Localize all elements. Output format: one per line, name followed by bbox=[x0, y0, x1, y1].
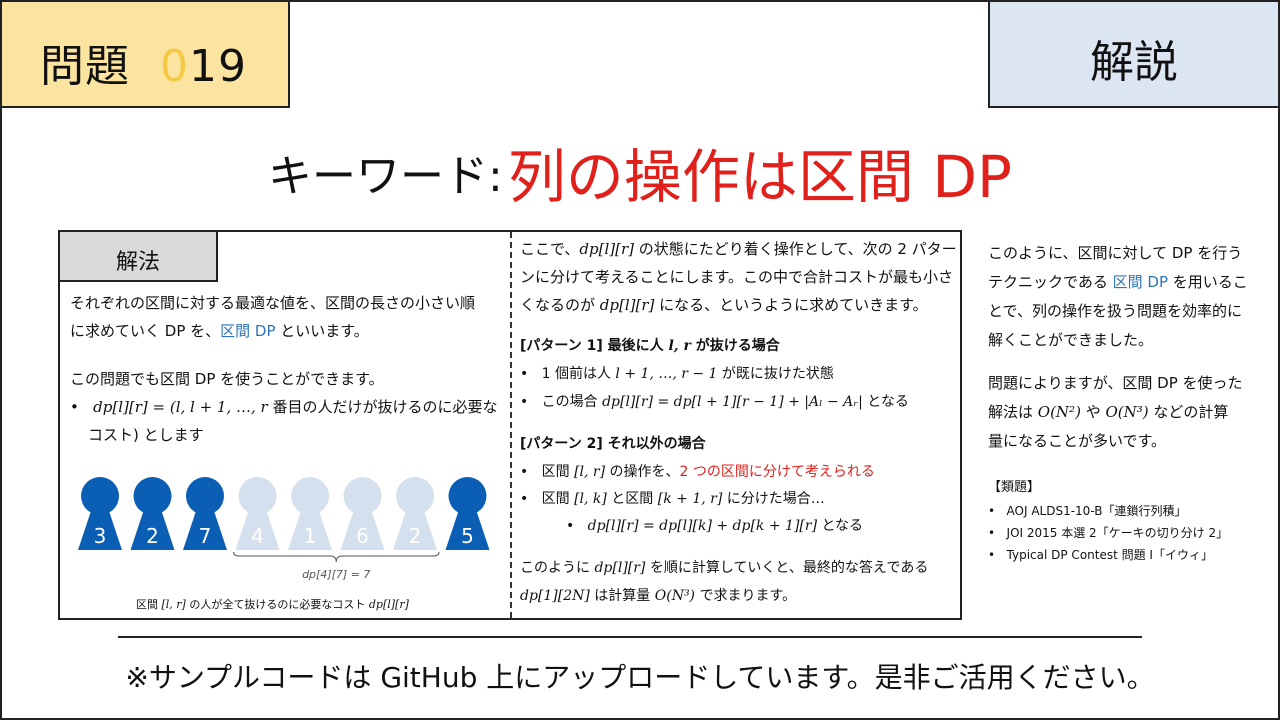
right-line1: このように、区間に対して DP を行う bbox=[988, 244, 1243, 262]
mid-p1-line1: ここで、dp[l][r] の状態にたどり着く操作として、次の 2 パター bbox=[520, 240, 957, 258]
footer-rule bbox=[118, 636, 1142, 638]
method-bullet1-cont: コスト) とします bbox=[88, 426, 204, 444]
mid-p1-line3: くなるのが dp[l][r] になる、というように求めていきます。 bbox=[520, 296, 928, 314]
method-bullet1: • dp[l][r] = (l, l + 1, …, r 番目の人だけが抜けるの… bbox=[70, 398, 498, 416]
mid-p1-line2: ンに分けて考えることにします。この中で合計コストが最も小さ bbox=[520, 268, 954, 286]
pattern2-heading: [パターン 2] それ以外の場合 bbox=[520, 436, 706, 452]
pattern1-bullet2: • この場合 dp[l][r] = dp[l + 1][r − 1] + |Aₗ… bbox=[520, 394, 909, 410]
pattern2-bullet1: • 区間 [l, r] の操作を、2 つの区間に分けて考えられる bbox=[520, 464, 875, 480]
right-line7: 量になることが多いです。 bbox=[988, 432, 1167, 450]
method-line2: に求めていく DP を、区間 DP といいます。 bbox=[70, 322, 369, 340]
person-figure: 2 bbox=[393, 477, 437, 550]
person-number: 1 bbox=[304, 524, 317, 548]
pattern2-bullet2: • 区間 [l, k] と区間 [k + 1, r] に分けた場合… bbox=[520, 491, 825, 507]
person-figure: 1 bbox=[288, 477, 332, 550]
people-figure: 3 2 7 4 1 6 2 5 dp[4][7] = 7 bbox=[78, 477, 490, 581]
right-line6: 解法は O(N²) や O(N³) などの計算 bbox=[988, 403, 1229, 421]
person-number: 4 bbox=[251, 524, 264, 548]
problem-label: 問題 019 bbox=[40, 41, 247, 92]
right-line2: テクニックである 区間 DP を用いるこ bbox=[988, 273, 1248, 291]
section-label: 解説 bbox=[1090, 37, 1178, 88]
column-divider bbox=[510, 232, 512, 618]
footer-note: ※サンプルコードは GitHub 上にアップロードしています。是非ご活用ください… bbox=[125, 661, 1155, 694]
problem-number-box: 問題 019 bbox=[0, 0, 290, 108]
person-number: 7 bbox=[199, 524, 212, 548]
related-item: • JOI 2015 本選 2「ケーキの切り分け 2」 bbox=[988, 526, 1229, 540]
method-tab: 解法 bbox=[58, 230, 218, 282]
mid-last-line2: dp[1][2N] は計算量 O(N³) で求まります。 bbox=[520, 588, 797, 604]
related-item: • Typical DP Contest 問題 I「イウィ」 bbox=[988, 548, 1213, 562]
person-figure: 5 bbox=[445, 477, 490, 550]
person-figure: 7 bbox=[183, 477, 227, 550]
keyword-title: 列の操作は区間 DP bbox=[507, 143, 1012, 211]
related-item: • AOJ ALDS1-10-B「連鎖行列積」 bbox=[988, 504, 1187, 518]
person-number: 2 bbox=[409, 524, 422, 548]
right-line4: 解くことができました。 bbox=[988, 331, 1154, 349]
person-number: 3 bbox=[94, 524, 107, 548]
person-figure: 6 bbox=[340, 477, 385, 550]
right-line3: とで、列の操作を扱う問題を効率的に bbox=[988, 302, 1242, 320]
interval-dp-term: 区間 DP bbox=[220, 322, 276, 340]
problem-number-zero: 0 bbox=[159, 41, 189, 92]
pattern1-heading: [パターン 1] 最後に人 l, r が抜ける場合 bbox=[520, 338, 780, 354]
related-title: 【類題】 bbox=[988, 480, 1041, 495]
pattern2-bullet3: • dp[l][r] = dp[l][k] + dp[k + 1][r] となる bbox=[566, 518, 864, 534]
range-brace bbox=[233, 551, 440, 563]
mid-last-line1: このように dp[l][r] を順に計算していくと、最終的な答えである bbox=[520, 560, 929, 576]
brace-label: dp[4][7] = 7 bbox=[302, 568, 370, 581]
section-label-box: 解説 bbox=[988, 0, 1280, 108]
person-number: 5 bbox=[461, 524, 474, 548]
method-tab-label: 解法 bbox=[115, 250, 160, 275]
person-figure: 3 bbox=[78, 477, 122, 550]
person-figure: 4 bbox=[235, 477, 280, 550]
problem-number: 19 bbox=[188, 41, 247, 92]
person-figure: 2 bbox=[130, 477, 175, 550]
person-number: 6 bbox=[356, 524, 369, 548]
method-line3: この問題でも区間 DP を使うことができます。 bbox=[70, 370, 384, 388]
headline: キーワード: 列の操作は区間 DP bbox=[0, 130, 1280, 214]
right-line5: 問題によりますが、区間 DP を使った bbox=[988, 374, 1243, 392]
pattern1-bullet1: • 1 個前は人 l + 1, …, r − 1 が既に抜けた状態 bbox=[520, 366, 834, 382]
person-number: 2 bbox=[146, 524, 159, 548]
keyword-label: キーワード: bbox=[268, 151, 503, 202]
method-line1: それぞれの区間に対する最適な値を、区間の長さの小さい順 bbox=[70, 294, 476, 312]
figure-caption: 区間 [l, r] の人が全て抜けるのに必要なコスト dp[l][r] bbox=[136, 598, 409, 611]
